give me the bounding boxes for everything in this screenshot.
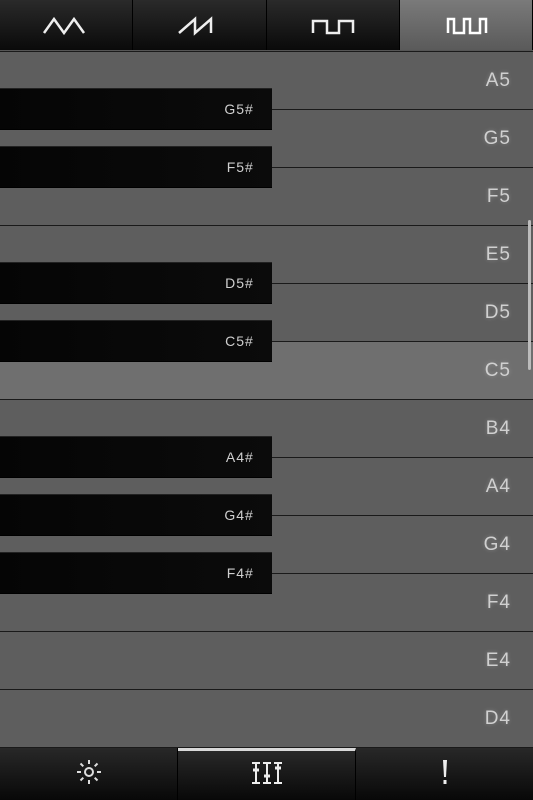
white-key[interactable]: D4 bbox=[0, 689, 533, 748]
white-key-label: F4 bbox=[487, 592, 511, 614]
black-key[interactable]: C5# bbox=[0, 320, 272, 362]
bottom-tab-alert[interactable] bbox=[356, 748, 533, 800]
white-key-label: A5 bbox=[486, 70, 511, 92]
gear-icon bbox=[74, 757, 104, 792]
pulse-wide-wave-icon bbox=[309, 13, 357, 37]
bottom-tab-bar bbox=[0, 748, 533, 800]
waveform-tab-triangle[interactable] bbox=[0, 0, 133, 50]
white-key-label: D5 bbox=[485, 302, 511, 324]
pulse-narrow-wave-icon bbox=[442, 13, 490, 37]
black-key[interactable]: A4# bbox=[0, 436, 272, 478]
black-key-label: G4# bbox=[224, 507, 253, 523]
white-key-label: E4 bbox=[486, 650, 511, 672]
piano-keyboard[interactable]: A5 G5 F5 E5 D5 C5 B4 A4 G4 F4 E4 D4 G5# F5# D5# C5# A4# G… bbox=[0, 50, 533, 748]
black-key[interactable]: G5# bbox=[0, 88, 272, 130]
bottom-tab-settings[interactable] bbox=[0, 748, 178, 800]
waveform-tab-bar bbox=[0, 0, 533, 50]
waveform-tab-pulse-narrow[interactable] bbox=[400, 0, 533, 50]
black-key[interactable]: F4# bbox=[0, 552, 272, 594]
white-key-label: B4 bbox=[486, 418, 511, 440]
black-key-label: F5# bbox=[227, 159, 254, 175]
white-key[interactable]: E4 bbox=[0, 631, 533, 690]
black-key-label: G5# bbox=[224, 101, 253, 117]
white-key-label: G4 bbox=[484, 534, 511, 556]
white-key-label: D4 bbox=[485, 708, 511, 730]
white-key-label: C5 bbox=[485, 360, 511, 382]
black-key[interactable]: D5# bbox=[0, 262, 272, 304]
synth-app: A5 G5 F5 E5 D5 C5 B4 A4 G4 F4 E4 D4 G5# F5# D5# C5# A4# G… bbox=[0, 0, 533, 800]
black-key-label: D5# bbox=[225, 275, 254, 291]
scroll-indicator bbox=[528, 220, 531, 370]
black-key[interactable]: F5# bbox=[0, 146, 272, 188]
black-key-label: A4# bbox=[226, 449, 254, 465]
black-key-label: C5# bbox=[225, 333, 254, 349]
bottom-tab-sliders[interactable] bbox=[178, 748, 356, 800]
black-key-label: F4# bbox=[227, 565, 254, 581]
sawtooth-wave-icon bbox=[175, 13, 223, 37]
sliders-icon bbox=[250, 758, 284, 793]
waveform-tab-pulse-wide[interactable] bbox=[267, 0, 400, 50]
triangle-wave-icon bbox=[42, 13, 90, 37]
white-key-label: A4 bbox=[486, 476, 511, 498]
waveform-tab-sawtooth[interactable] bbox=[133, 0, 266, 50]
white-key-label: E5 bbox=[486, 244, 511, 266]
white-key-label: F5 bbox=[487, 186, 511, 208]
white-key-label: G5 bbox=[484, 128, 511, 150]
black-key[interactable]: G4# bbox=[0, 494, 272, 536]
exclaim-icon bbox=[437, 757, 453, 792]
